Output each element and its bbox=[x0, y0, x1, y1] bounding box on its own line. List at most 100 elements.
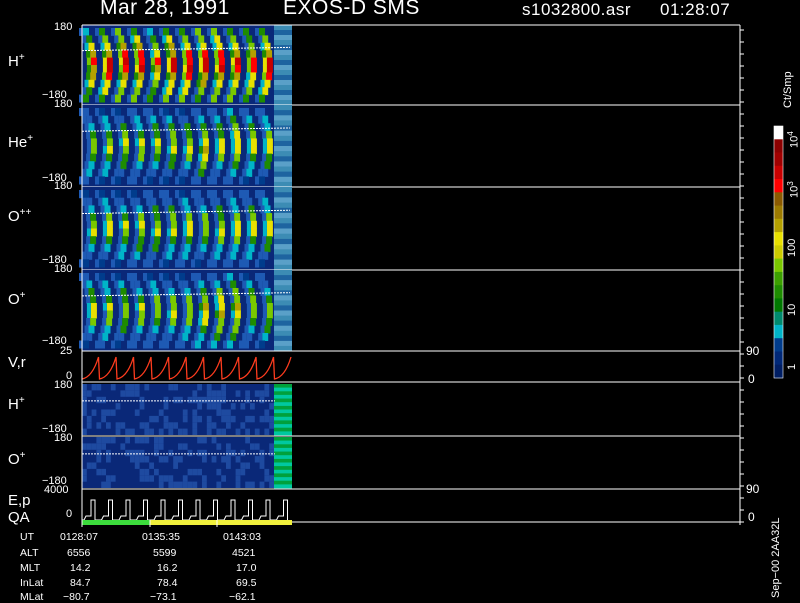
lower-panel-1-cell bbox=[206, 403, 212, 410]
lower-panel-1-endstrip-cell bbox=[274, 405, 292, 410]
panel-1-cell bbox=[218, 57, 225, 66]
panel-2-endstrip-cell bbox=[274, 105, 292, 111]
lower-panel-1-cell bbox=[211, 403, 217, 410]
panel-2-cell bbox=[262, 138, 267, 147]
panel-1-cell bbox=[86, 65, 91, 73]
lower-panel-2-cell bbox=[240, 449, 246, 457]
panel-4-cell bbox=[134, 303, 139, 311]
panel-1-cell bbox=[86, 72, 91, 81]
panel-2-cell bbox=[175, 176, 179, 185]
lower-panel-2-endstrip-cell bbox=[274, 473, 292, 478]
lower-panel-2-cell bbox=[125, 449, 130, 457]
ephem-col2-ut: 0135:35 bbox=[142, 531, 180, 543]
panel-3-endstrip-cell bbox=[274, 228, 292, 235]
panel-4-cell bbox=[164, 325, 169, 334]
panel-3-cell bbox=[170, 213, 177, 222]
panel-1-cell bbox=[116, 42, 121, 51]
panel-4-cell bbox=[214, 303, 219, 311]
panel-4-cell bbox=[198, 280, 205, 289]
lower-panel-2-cell bbox=[264, 468, 270, 476]
panel-1-cell bbox=[99, 94, 105, 103]
panel-2-cell bbox=[179, 108, 185, 117]
panel-1-cell bbox=[191, 94, 195, 103]
panel-3-cell bbox=[118, 220, 123, 229]
panel-3-cell bbox=[230, 236, 235, 245]
panel-2-cell bbox=[154, 138, 161, 147]
panel-1-cell bbox=[159, 94, 163, 103]
lower-panel-1-cell bbox=[197, 396, 202, 404]
panel-4-cell bbox=[154, 295, 161, 304]
panel-4-cell bbox=[104, 325, 111, 334]
panel-3-cell bbox=[134, 251, 141, 260]
panel-2-cell bbox=[99, 176, 105, 185]
panel-4-cell bbox=[162, 280, 167, 289]
panel-2-cell bbox=[86, 168, 93, 177]
panel-4-cell bbox=[182, 333, 189, 341]
panel-3-cell bbox=[168, 243, 175, 253]
panel-3-cell bbox=[230, 220, 235, 229]
panel-2-cell bbox=[116, 123, 121, 132]
panel-4-cell bbox=[86, 280, 93, 289]
panel-2-cell bbox=[230, 153, 235, 162]
panel-1-cell bbox=[150, 87, 157, 96]
panel-2-cell bbox=[166, 130, 171, 139]
lower-panel-1-endstrip-cell bbox=[274, 431, 292, 436]
panel-3-cell bbox=[191, 259, 195, 268]
panel-3-cell bbox=[255, 259, 259, 268]
panel-3-cell bbox=[182, 228, 187, 237]
panel-4-cell bbox=[166, 303, 171, 311]
lower-panel-1-cell bbox=[221, 409, 226, 416]
lower-panel-1-cell bbox=[139, 422, 145, 429]
panel-2-cell bbox=[195, 176, 201, 185]
panel-2-cell bbox=[264, 123, 271, 132]
panel-2-cell bbox=[246, 115, 253, 124]
panel-4-cell bbox=[228, 325, 233, 334]
panel-1-cell bbox=[166, 65, 171, 73]
panel-2-cell bbox=[214, 146, 219, 155]
panel-2-cell bbox=[138, 130, 145, 139]
qa-bar-warning bbox=[150, 520, 292, 525]
lower-panel-1-cell bbox=[264, 415, 270, 423]
panel-1-cell bbox=[195, 94, 201, 103]
panel-3-cell bbox=[104, 205, 111, 214]
panel-4-cell bbox=[230, 310, 235, 319]
lower-panel-2-endstrip-cell bbox=[274, 437, 292, 441]
panel-3-cell bbox=[243, 259, 249, 268]
panel-1-cell bbox=[207, 94, 211, 103]
panel-2-cell bbox=[207, 108, 211, 117]
panel-4-cell bbox=[214, 318, 219, 326]
panel-2-cell bbox=[131, 108, 137, 117]
lower-panel-2-cell bbox=[202, 456, 207, 463]
panel-4-cell bbox=[150, 333, 157, 341]
panel-4-cell bbox=[186, 310, 193, 319]
panel-4-endstrip-cell bbox=[274, 340, 292, 347]
panel-1-cell bbox=[131, 28, 137, 36]
panel-3-cell bbox=[146, 197, 151, 206]
panel-1-cell bbox=[266, 72, 273, 81]
panel-2-cell bbox=[194, 115, 199, 124]
panel-1-cell bbox=[84, 79, 89, 88]
panel-4-cell bbox=[102, 280, 109, 289]
panel-1-cell bbox=[227, 94, 233, 103]
lower-panel-1-cell bbox=[82, 384, 87, 391]
panel-3-cell bbox=[228, 205, 233, 214]
lower-panel-2-cell bbox=[134, 462, 140, 469]
panel-1-cell bbox=[106, 65, 113, 73]
panel-3-cell bbox=[258, 197, 263, 206]
lower-panel-2-cell bbox=[182, 443, 188, 450]
panel-2-cell bbox=[138, 146, 145, 155]
panel-3-cell bbox=[83, 190, 89, 199]
colorbar-swatch bbox=[774, 351, 783, 366]
panel-3-cell bbox=[218, 220, 225, 229]
panel-1-cell bbox=[255, 94, 259, 103]
panel-1-cell bbox=[146, 35, 151, 44]
panel-4-cell bbox=[90, 295, 97, 304]
panel-3-cell bbox=[102, 213, 107, 222]
colorbar-swatch bbox=[774, 364, 783, 379]
panel-1-cell bbox=[264, 79, 271, 88]
lower-panel-2-cell bbox=[158, 456, 164, 463]
panel-1-cell bbox=[223, 28, 227, 36]
panel-1-cell bbox=[214, 72, 219, 81]
panel-4-cell bbox=[162, 333, 167, 341]
panel-3-endstrip-cell bbox=[274, 197, 292, 204]
